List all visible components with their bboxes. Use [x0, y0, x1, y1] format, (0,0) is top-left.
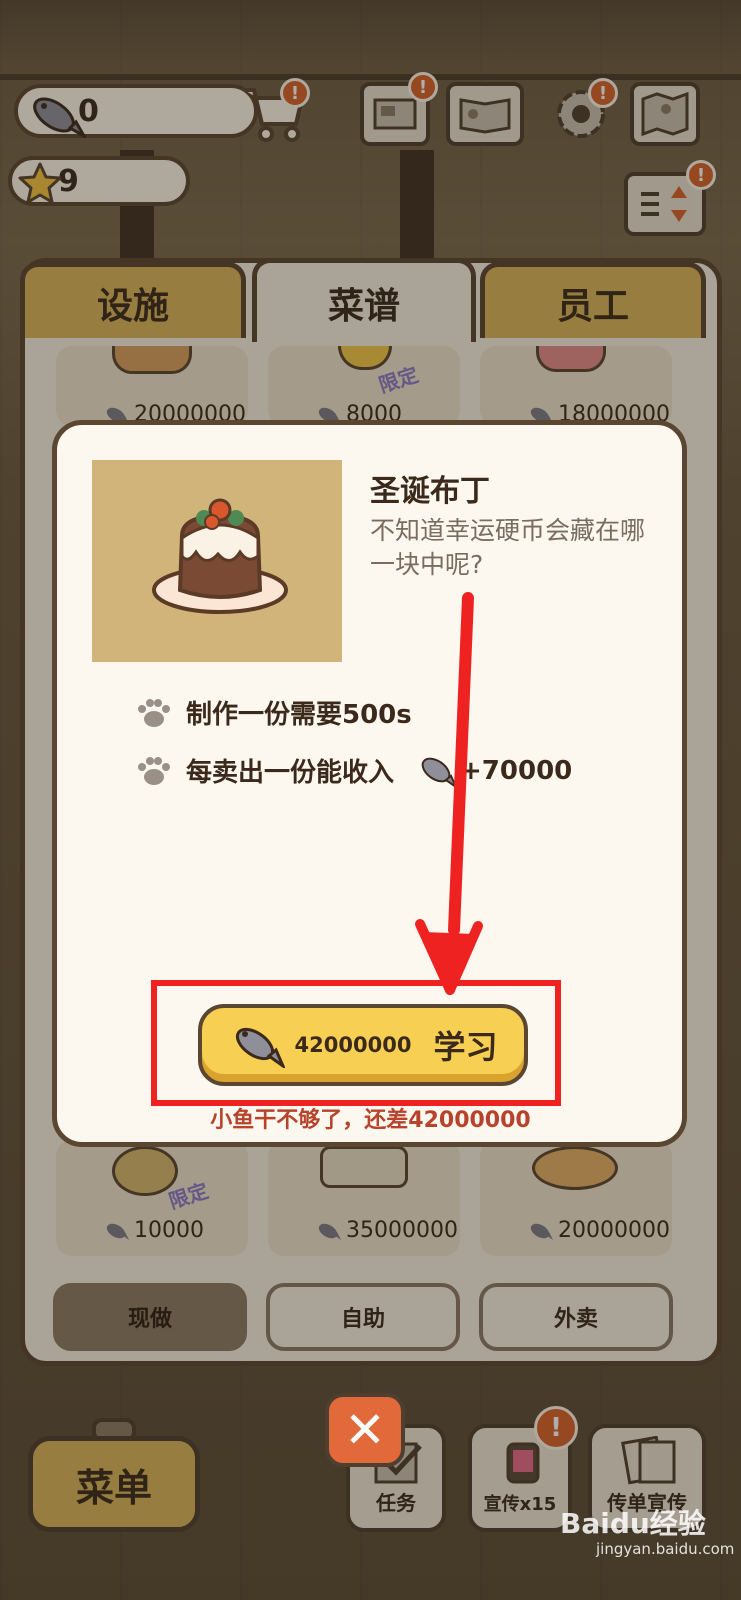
close-icon: ✕ [344, 1401, 386, 1459]
christmas-pudding-illustration [152, 498, 288, 614]
dish-image [92, 460, 342, 662]
annotation-highlight-box [151, 980, 561, 1106]
paw-icon [138, 756, 170, 785]
make-time-row: 制作一份需要500s [136, 694, 412, 731]
make-time-text: 制作一份需要500s [186, 700, 412, 730]
fish-icon [421, 757, 458, 788]
income-row: 每卖出一份能收入 +70000 [136, 752, 572, 789]
paw-icon [138, 698, 170, 727]
baidu-watermark-url: jingyan.baidu.com [596, 1540, 735, 1558]
dish-description: 不知道幸运硬币会藏在哪一块中呢? [370, 516, 646, 579]
close-modal-button[interactable]: ✕ [325, 1393, 405, 1467]
baidu-watermark: Baidu经验 [560, 1507, 706, 1540]
income-label: 每卖出一份能收入 [186, 758, 395, 788]
dish-name: 圣诞布丁 [370, 474, 490, 509]
income-value: +70000 [460, 755, 573, 786]
insufficient-funds-warning: 小鱼干不够了，还差42000000 [210, 1108, 531, 1133]
